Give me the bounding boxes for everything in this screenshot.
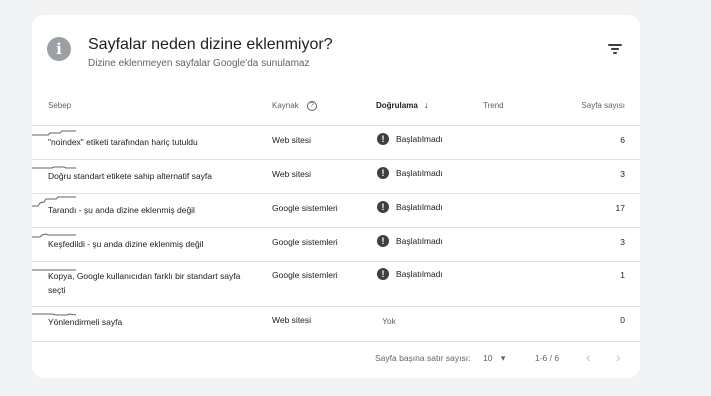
card-title: Sayfalar neden dizine eklenmiyor? bbox=[88, 36, 333, 53]
rows-per-page-label: Sayfa başına satır sayısı: bbox=[375, 353, 471, 363]
row-page-count: 3 bbox=[620, 169, 625, 179]
row-validation-status: Başlatılmadı bbox=[396, 269, 443, 279]
indexing-report-card: i Sayfalar neden dizine eklenmiyor? Dizi… bbox=[32, 15, 640, 378]
table-row[interactable]: Yönlendirmeli sayfa Web sitesi Yok 0 bbox=[32, 306, 640, 341]
info-icon: i bbox=[47, 37, 71, 61]
column-header-kaynak[interactable]: Kaynak ? bbox=[272, 93, 317, 125]
row-validation-status: Başlatılmadı bbox=[396, 236, 443, 246]
row-page-count: 1 bbox=[620, 270, 625, 280]
rows-per-page-value: 10 bbox=[483, 353, 493, 363]
row-page-count: 0 bbox=[620, 315, 625, 325]
row-reason: Doğru standart etikete sahip alternatif … bbox=[48, 171, 212, 181]
row-validation: ! Başlatılmadı bbox=[377, 167, 443, 179]
row-validation: ! Başlatılmadı bbox=[377, 201, 443, 213]
row-source: Google sistemleri bbox=[272, 237, 338, 247]
row-validation-status: Başlatılmadı bbox=[396, 168, 443, 178]
row-reason: "noindex" etiketi tarafından hariç tutul… bbox=[48, 137, 198, 147]
sort-arrow-down-icon: ↓ bbox=[424, 100, 429, 110]
row-source: Google sistemleri bbox=[272, 203, 338, 213]
row-reason: Yönlendirmeli sayfa bbox=[48, 317, 123, 327]
row-validation: ! Başlatılmadı bbox=[377, 235, 443, 247]
row-validation: ! Başlatılmadı bbox=[377, 268, 443, 280]
next-page-icon[interactable]: › bbox=[616, 349, 621, 365]
row-validation-status: Yok bbox=[382, 316, 396, 326]
row-source: Web sitesi bbox=[272, 315, 312, 325]
row-reason: Kopya, Google kullanıcıdan farklı bir st… bbox=[48, 271, 241, 295]
row-validation: ! Başlatılmadı bbox=[377, 133, 443, 145]
row-source: Google sistemleri bbox=[272, 270, 338, 280]
row-source: Web sitesi bbox=[272, 169, 312, 179]
column-header-count[interactable]: Sayfa sayısı bbox=[581, 93, 625, 125]
table-row[interactable]: Keşfedildi - şu anda dizine eklenmiş değ… bbox=[32, 227, 640, 261]
row-page-count: 6 bbox=[620, 135, 625, 145]
card-header: i Sayfalar neden dizine eklenmiyor? Dizi… bbox=[32, 15, 640, 93]
warning-icon: ! bbox=[377, 201, 389, 213]
table-row[interactable]: Kopya, Google kullanıcıdan farklı bir st… bbox=[32, 261, 640, 306]
table-row[interactable]: "noindex" etiketi tarafından hariç tutul… bbox=[32, 125, 640, 159]
column-header-dogrulama-label: Doğrulama bbox=[376, 101, 418, 110]
row-source: Web sitesi bbox=[272, 135, 312, 145]
warning-icon: ! bbox=[377, 235, 389, 247]
row-validation-status: Başlatılmadı bbox=[396, 134, 443, 144]
warning-icon: ! bbox=[377, 167, 389, 179]
column-header-trend: Trend bbox=[483, 101, 504, 110]
warning-icon: ! bbox=[377, 133, 389, 145]
help-icon[interactable]: ? bbox=[306, 100, 317, 111]
prev-page-icon[interactable]: ‹ bbox=[586, 349, 591, 365]
row-reason: Tarandı - şu anda dizine eklenmiş değil bbox=[48, 205, 195, 215]
table-header: Sebep Kaynak ? Doğrulama ↓ Trend Sayfa s… bbox=[32, 93, 640, 125]
row-page-count: 17 bbox=[615, 203, 625, 213]
column-header-sebep[interactable]: Sebep bbox=[48, 93, 71, 125]
rows-per-page-select[interactable]: 10 ▾ bbox=[483, 353, 505, 364]
pagination-footer: Sayfa başına satır sayısı: 10 ▾ 1-6 / 6 … bbox=[32, 342, 640, 372]
warning-icon: ! bbox=[377, 268, 389, 280]
pagination-range: 1-6 / 6 bbox=[535, 353, 560, 363]
row-validation: Yok bbox=[377, 316, 396, 326]
column-header-dogrulama[interactable]: Doğrulama ↓ bbox=[376, 93, 429, 125]
filter-icon[interactable] bbox=[608, 43, 622, 55]
chevron-down-icon: ▾ bbox=[500, 353, 506, 363]
row-validation-status: Başlatılmadı bbox=[396, 202, 443, 212]
card-subtitle: Dizine eklenmeyen sayfalar Google'da sun… bbox=[88, 58, 310, 69]
table-row[interactable]: Doğru standart etikete sahip alternatif … bbox=[32, 159, 640, 193]
table-row[interactable]: Tarandı - şu anda dizine eklenmiş değil … bbox=[32, 193, 640, 227]
row-reason: Keşfedildi - şu anda dizine eklenmiş değ… bbox=[48, 239, 204, 249]
row-page-count: 3 bbox=[620, 237, 625, 247]
column-header-kaynak-label: Kaynak bbox=[272, 101, 299, 110]
